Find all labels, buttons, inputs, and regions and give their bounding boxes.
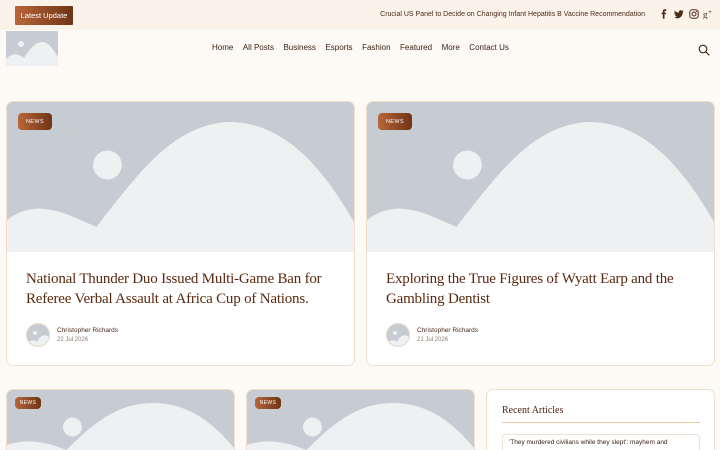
search-icon[interactable] xyxy=(698,44,710,56)
heading-underline xyxy=(502,422,700,423)
twitter-icon[interactable] xyxy=(674,9,684,19)
svg-text:+: + xyxy=(708,10,712,16)
nav-fashion[interactable]: Fashion xyxy=(362,43,390,52)
facebook-icon[interactable] xyxy=(659,9,669,19)
top-bar: Latest Update Crucial US Panel to Decide… xyxy=(0,0,720,30)
author-name[interactable]: Christopher Richards xyxy=(57,327,118,334)
nav-more[interactable]: More xyxy=(442,43,460,52)
author-name[interactable]: Christopher Richards xyxy=(417,327,478,334)
post-date: 22 Jul 2026 xyxy=(57,337,89,343)
recent-article-item[interactable]: 'They murdered civilians while they slep… xyxy=(502,434,700,450)
category-tag[interactable]: NEWS xyxy=(15,397,41,409)
latest-update-button[interactable]: Latest Update xyxy=(15,6,73,25)
article-image[interactable] xyxy=(7,390,234,450)
article-title[interactable]: National Thunder Duo Issued Multi-Game B… xyxy=(26,270,346,309)
main-navbar: Home All Posts Business Esports Fashion … xyxy=(0,30,720,67)
recent-articles-widget: Recent Articles 'They murdered civilians… xyxy=(486,389,715,450)
news-ticker[interactable]: Crucial US Panel to Decide on Changing I… xyxy=(340,11,645,18)
nav-home[interactable]: Home xyxy=(212,43,233,52)
google-plus-icon[interactable]: g + xyxy=(703,9,713,20)
category-tag[interactable]: NEWS xyxy=(255,397,281,409)
recent-articles-heading: Recent Articles xyxy=(502,405,564,416)
post-date: 21 Jul 2026 xyxy=(417,337,449,343)
article-image[interactable] xyxy=(7,102,354,252)
site-logo[interactable] xyxy=(6,31,58,66)
nav-all-posts[interactable]: All Posts xyxy=(243,43,274,52)
instagram-icon[interactable] xyxy=(689,9,699,19)
article-card[interactable]: NEWS National Thunder Duo Issued Multi-G… xyxy=(6,101,355,366)
nav-business[interactable]: Business xyxy=(283,43,315,52)
category-tag[interactable]: NEWS xyxy=(378,113,412,130)
nav-contact-us[interactable]: Contact Us xyxy=(469,43,509,52)
article-image[interactable] xyxy=(367,102,714,252)
category-tag[interactable]: NEWS xyxy=(18,113,52,130)
article-card[interactable]: NEWS xyxy=(246,389,475,450)
nav-esports[interactable]: Esports xyxy=(325,43,352,52)
article-card[interactable]: NEWS Exploring the True Figures of Wyatt… xyxy=(366,101,715,366)
author-avatar xyxy=(386,323,410,347)
main-menu: Home All Posts Business Esports Fashion … xyxy=(212,43,518,52)
author-avatar xyxy=(26,323,50,347)
article-card[interactable]: NEWS xyxy=(6,389,235,450)
nav-featured[interactable]: Featured xyxy=(400,43,432,52)
article-image[interactable] xyxy=(247,390,474,450)
article-title[interactable]: Exploring the True Figures of Wyatt Earp… xyxy=(386,270,706,309)
